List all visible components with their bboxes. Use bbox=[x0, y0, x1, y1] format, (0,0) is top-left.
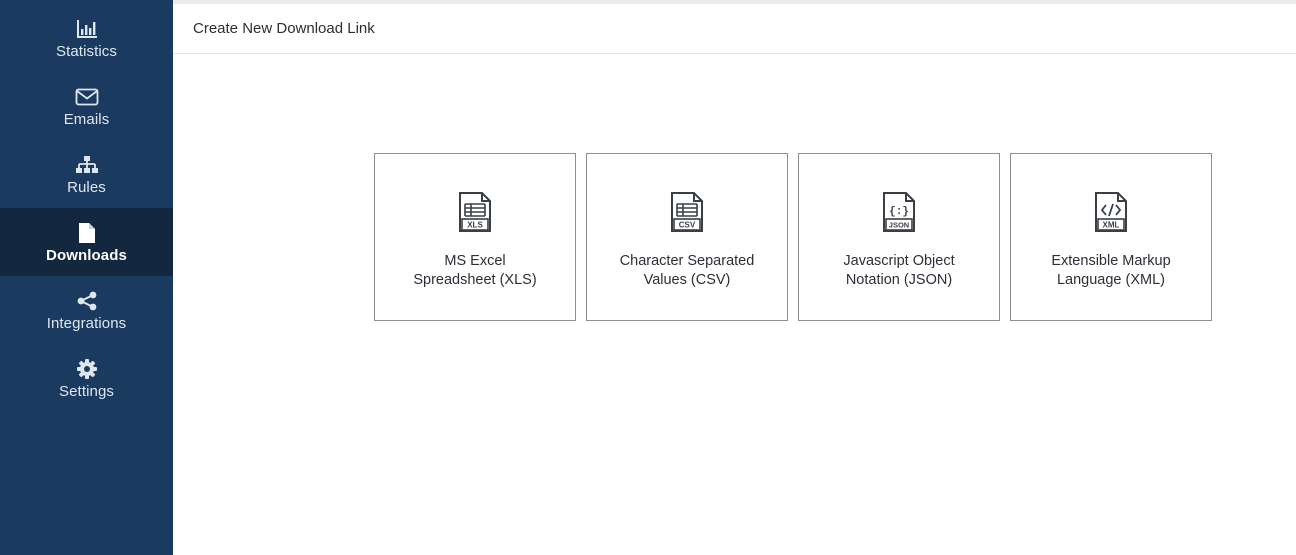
file-icon bbox=[75, 221, 99, 245]
sidebar-item-label: Statistics bbox=[55, 42, 117, 60]
sidebar-item-integrations[interactable]: Integrations bbox=[0, 276, 173, 344]
sidebar-item-label: Rules bbox=[67, 178, 106, 196]
sidebar-item-downloads[interactable]: Downloads bbox=[0, 208, 173, 276]
svg-text:{:}: {:} bbox=[889, 206, 909, 218]
sidebar-item-emails[interactable]: Emails bbox=[0, 72, 173, 140]
format-card-label: Extensible Markup Language (XML) bbox=[1051, 253, 1171, 288]
page-title: Create New Download Link bbox=[193, 20, 375, 37]
svg-text:XML: XML bbox=[1103, 221, 1120, 230]
json-file-icon: {:} JSON bbox=[883, 192, 915, 232]
page-header: Create New Download Link bbox=[173, 0, 1296, 54]
sitemap-icon bbox=[75, 153, 99, 177]
format-card-xls[interactable]: XLS MS Excel Spreadsheet (XLS) bbox=[374, 153, 576, 321]
svg-text:CSV: CSV bbox=[679, 221, 696, 230]
app-window: Statistics Emails Rules Downloads Integr… bbox=[0, 0, 1296, 555]
sidebar-item-statistics[interactable]: Statistics bbox=[0, 4, 173, 72]
format-card-label: MS Excel Spreadsheet (XLS) bbox=[413, 253, 537, 288]
envelope-icon bbox=[75, 85, 99, 109]
format-card-label: Character Separated Values (CSV) bbox=[619, 253, 755, 288]
share-icon bbox=[75, 289, 99, 313]
xml-file-icon: XML bbox=[1095, 192, 1127, 232]
svg-text:XLS: XLS bbox=[467, 221, 483, 230]
gear-icon bbox=[75, 357, 99, 381]
sidebar-item-label: Integrations bbox=[46, 314, 127, 332]
format-card-csv[interactable]: CSV Character Separated Values (CSV) bbox=[586, 153, 788, 321]
sidebar-item-label: Downloads bbox=[46, 246, 127, 264]
sidebar-item-label: Emails bbox=[63, 110, 110, 128]
format-card-label: Javascript Object Notation (JSON) bbox=[843, 253, 955, 288]
format-card-xml[interactable]: XML Extensible Markup Language (XML) bbox=[1010, 153, 1212, 321]
main-content: Create New Download Link XLS MS Excel Sp… bbox=[173, 0, 1296, 555]
bar-chart-icon bbox=[75, 17, 99, 41]
format-options: XLS MS Excel Spreadsheet (XLS) CSV Chara… bbox=[374, 153, 1212, 321]
sidebar-item-settings[interactable]: Settings bbox=[0, 344, 173, 412]
sidebar-item-label: Settings bbox=[59, 382, 114, 400]
csv-file-icon: CSV bbox=[671, 192, 703, 232]
format-card-json[interactable]: {:} JSON Javascript Object Notation (JSO… bbox=[798, 153, 1000, 321]
xls-file-icon: XLS bbox=[459, 192, 491, 232]
svg-text:JSON: JSON bbox=[889, 221, 909, 230]
sidebar-item-rules[interactable]: Rules bbox=[0, 140, 173, 208]
sidebar: Statistics Emails Rules Downloads Integr… bbox=[0, 0, 173, 555]
